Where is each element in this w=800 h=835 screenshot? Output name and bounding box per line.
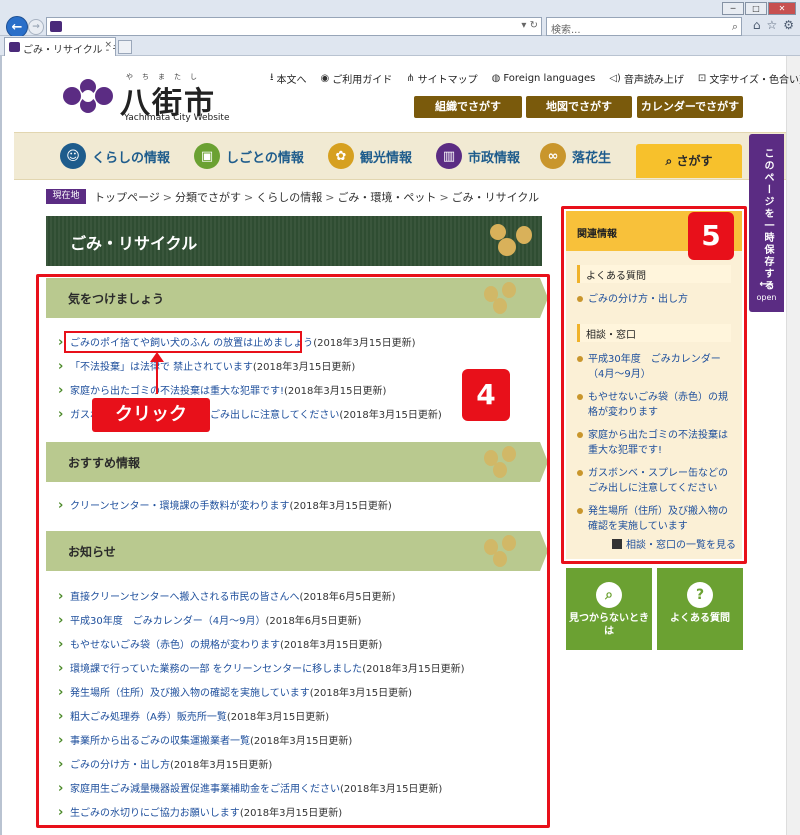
faq-button[interactable]: ? よくある質問 [657, 568, 743, 650]
tab-favicon-icon [9, 42, 20, 52]
save-tab-open: open [756, 293, 777, 302]
breadcrumb-link[interactable]: トップページ [94, 191, 160, 204]
not-found-button[interactable]: ⌕ 見つからないときは [566, 568, 652, 650]
city-logo-icon[interactable] [62, 78, 114, 114]
gnav-item-label: くらしの情報 [92, 150, 171, 166]
address-bar[interactable]: ▾ ↻ [46, 17, 542, 36]
step-badge-main: 4 [462, 369, 510, 421]
save-page-tab[interactable]: このページを一時保存する ⟵ open [749, 134, 784, 312]
browser-search-input[interactable]: 検索... ⌕ [546, 17, 742, 36]
page-title-bar: ごみ・リサイクル [46, 216, 542, 266]
util-link-label: 本文へ [276, 75, 307, 86]
search-by-map-button[interactable]: 地図でさがす [526, 96, 632, 118]
magnifier-icon: ⌕ [596, 582, 622, 608]
close-window-button[interactable]: ✕ [768, 2, 796, 15]
utility-nav: ⭳ 本文へ ◉ ご利用ガイド ⋔ サイトマップ ◍ Foreign languages … [270, 70, 800, 87]
annotation-highlight-box [64, 331, 302, 353]
briefcase-icon: ▣ [194, 143, 220, 169]
util-link-label: サイトマップ [417, 75, 478, 86]
site-logo-subtitle: Yachimata City Website [124, 113, 230, 123]
search-by-calendar-button[interactable]: カレンダーでさがす [637, 96, 743, 118]
settings-gear-icon[interactable]: ⚙ [783, 18, 794, 32]
tab-close-icon[interactable]: × [104, 40, 112, 50]
gnav-item-living[interactable]: ☺ くらしの情報 [60, 143, 170, 169]
search-placeholder: 検索... [551, 25, 581, 36]
gnav-item-peanut[interactable]: ∞ 落花生 [540, 143, 611, 169]
util-link-guide[interactable]: ◉ ご利用ガイド [321, 70, 393, 87]
util-link-font[interactable]: ⊡文字サイズ・色合い変更 [698, 70, 800, 87]
maximize-button[interactable]: □ [745, 2, 767, 15]
page-title: ごみ・リサイクル [70, 234, 198, 253]
breadcrumb: トップページ > 分類でさがす > くらしの情報 > ごみ・環境・ペット > ごみ・リサイクル [94, 191, 540, 204]
peanut-icon: ∞ [540, 143, 566, 169]
util-link-foreign[interactable]: ◍ Foreign languages [492, 70, 596, 87]
peanut-decoration-icon [498, 238, 516, 256]
util-link-label: ご利用ガイド [332, 75, 393, 86]
forward-button[interactable]: → [28, 19, 44, 35]
breadcrumb-label: 現在地 [46, 189, 86, 204]
tab-title: ごみ・リサイクル - 千葉... [23, 45, 115, 56]
family-icon: ☺ [60, 143, 86, 169]
breadcrumb-link[interactable]: 分類でさがす [175, 191, 241, 204]
faq-label: よくある質問 [670, 613, 730, 624]
save-tab-label: このページを一時保存する [762, 148, 773, 292]
gnav-item-label: 市政情報 [468, 150, 521, 166]
step-badge-side: 5 [688, 212, 734, 260]
click-callout-label: クリック [92, 398, 210, 432]
browser-icons: ⌂ ☆ ⚙ [753, 18, 794, 32]
browser-toolbar: ─ □ ✕ ← → ▾ ↻ 検索... ⌕ ⌂ ☆ ⚙ [0, 0, 800, 38]
gnav-item-work[interactable]: ▣ しごとの情報 [194, 143, 304, 169]
gnav-search-button[interactable]: ⌕ さがす [636, 144, 742, 178]
minimize-button[interactable]: ─ [722, 2, 744, 15]
home-icon[interactable]: ⌂ [753, 18, 761, 32]
breadcrumb-link[interactable]: ごみ・環境・ペット [337, 191, 436, 204]
browser-tab[interactable]: ごみ・リサイクル - 千葉... × [4, 37, 116, 56]
gnav-item-tourism[interactable]: ✿ 観光情報 [328, 143, 412, 169]
util-link-label: Foreign languages [503, 73, 596, 84]
not-found-label: 見つからないときは [569, 613, 649, 637]
tab-strip: ごみ・リサイクル - 千葉... × [0, 36, 800, 56]
gnav-item-label: 観光情報 [360, 150, 413, 166]
vertical-scrollbar[interactable] [786, 56, 800, 835]
sitemap-icon: ⋔ [406, 73, 415, 84]
breadcrumb-current: ごみ・リサイクル [451, 191, 540, 204]
util-link-skip[interactable]: ⭳ 本文へ [270, 70, 307, 87]
util-link-sitemap[interactable]: ⋔ サイトマップ [406, 70, 477, 87]
new-tab-button[interactable] [118, 40, 132, 54]
question-icon: ? [687, 582, 713, 608]
city-hall-icon: ▥ [436, 143, 462, 169]
font-size-icon: ⊡ [697, 73, 707, 84]
left-arrow-icon: ⟵ [759, 279, 774, 290]
util-link-label: 文字サイズ・色合い変更 [709, 75, 800, 86]
gnav-search-label: さがす [676, 154, 713, 168]
gnav-item-label: 落花生 [572, 150, 612, 166]
down-arrow-icon: ⭳ [270, 72, 274, 83]
flower-icon: ✿ [328, 143, 354, 169]
callout-line [156, 354, 158, 394]
speaker-icon: ◁) [609, 73, 621, 84]
search-by-org-button[interactable]: 組織でさがす [414, 96, 522, 118]
globe-icon: ◍ [491, 73, 501, 84]
peanut-decoration-icon [516, 226, 532, 244]
search-icon[interactable]: ⌕ [732, 20, 738, 34]
window-controls: ─ □ ✕ [722, 2, 796, 15]
address-dropdown-icon[interactable]: ▾ ↻ [521, 20, 538, 31]
util-link-speech[interactable]: ◁) 音声読み上げ [609, 70, 684, 87]
search-icon: ⌕ [665, 154, 673, 168]
site-favicon-icon [50, 21, 62, 32]
back-button[interactable]: ← [6, 16, 28, 38]
annotation-frame-main [36, 274, 550, 828]
guide-icon: ◉ [320, 73, 330, 84]
util-link-label: 音声読み上げ [623, 75, 684, 86]
gnav-item-municipal[interactable]: ▥ 市政情報 [436, 143, 520, 169]
gnav-item-label: しごとの情報 [226, 150, 304, 166]
favorites-icon[interactable]: ☆ [766, 18, 777, 32]
breadcrumb-link[interactable]: くらしの情報 [256, 191, 322, 204]
